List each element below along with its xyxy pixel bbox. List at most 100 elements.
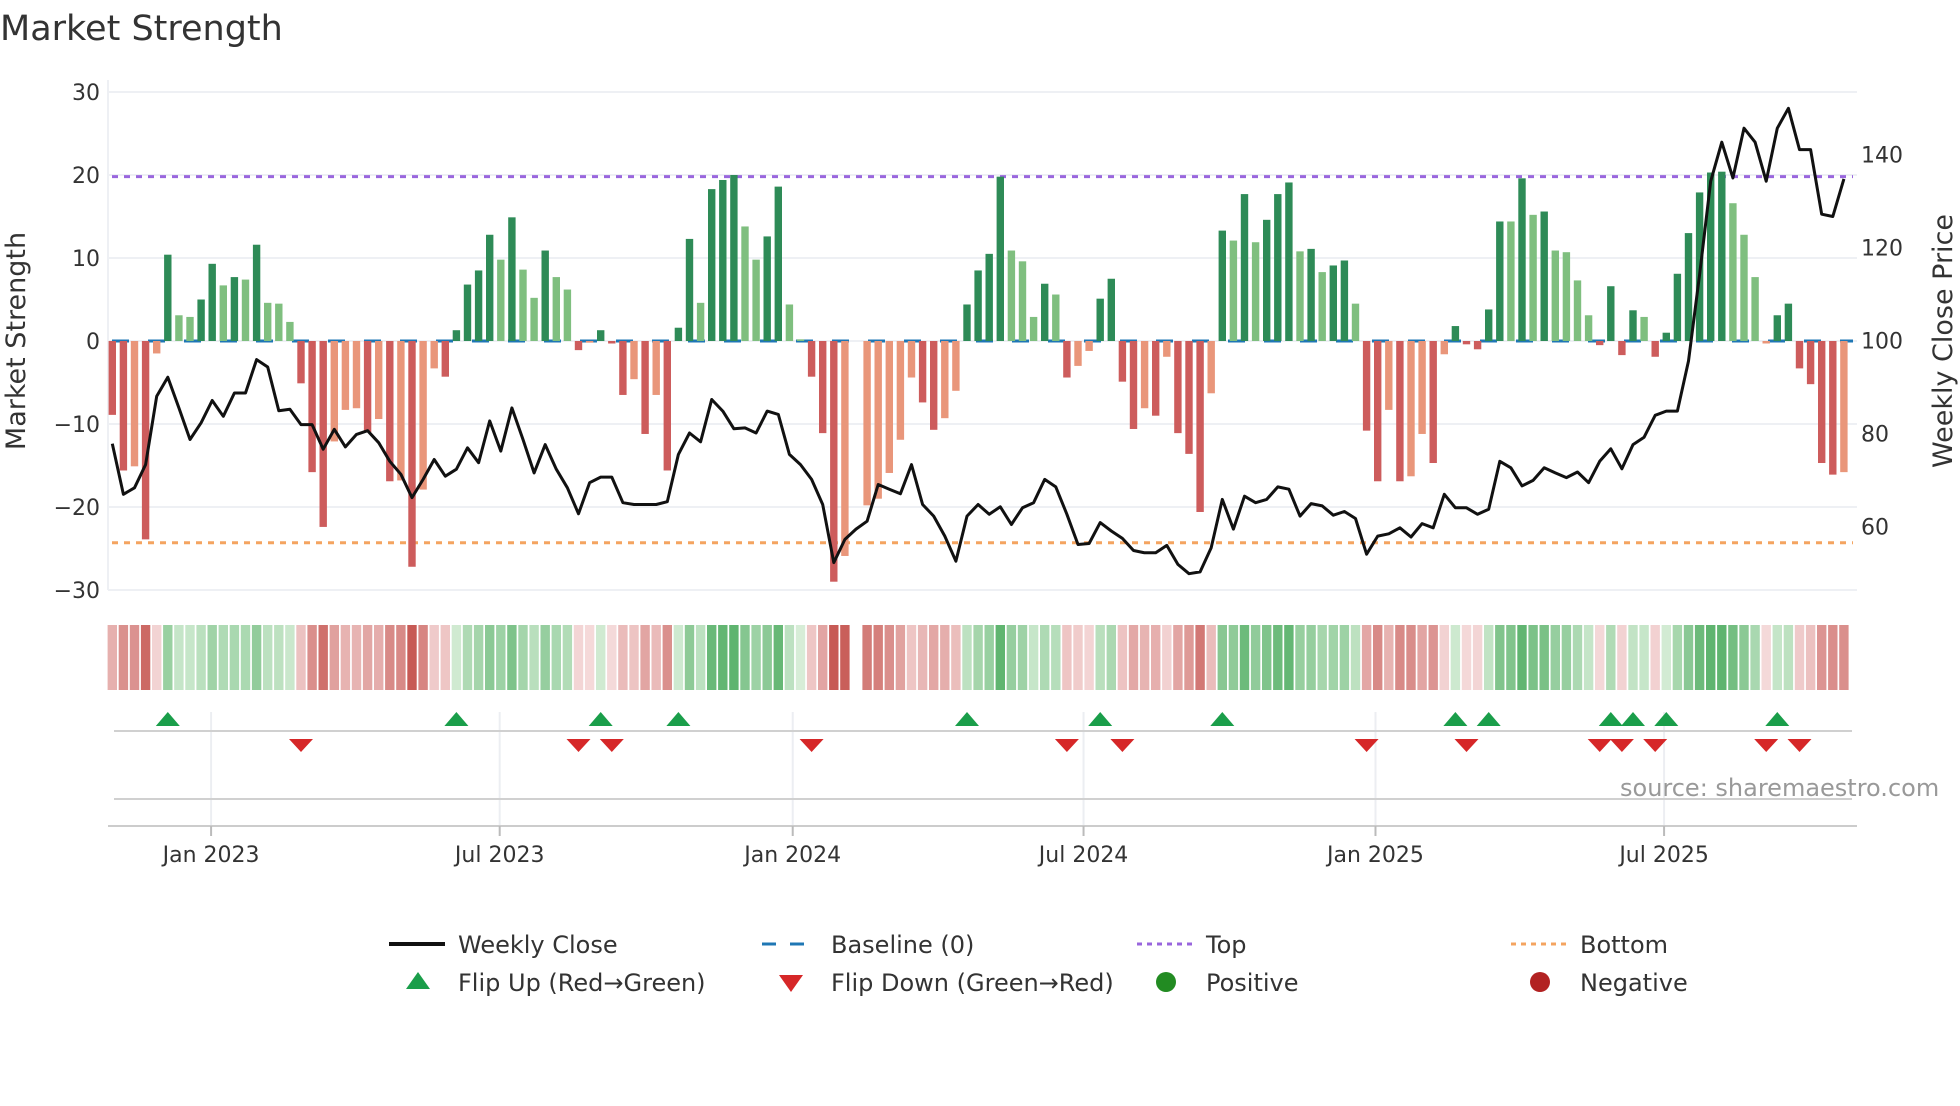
heatmap-cell (1717, 625, 1727, 690)
heatmap-cell (1817, 625, 1827, 690)
heatmap-cell (1117, 625, 1128, 690)
strength-bar (1429, 341, 1437, 464)
heatmap-cell (1828, 625, 1838, 690)
heatmap-cell (1439, 625, 1449, 690)
heatmap-cell (107, 625, 117, 690)
strength-bar (286, 321, 294, 341)
strength-bar (319, 341, 327, 527)
heatmap-cell (329, 625, 339, 690)
heatmap-cell (1417, 625, 1427, 690)
heatmap-cell (1073, 625, 1083, 690)
y-tick-label: 30 (72, 81, 100, 106)
strength-bar (708, 189, 716, 341)
heatmap-cell (1228, 625, 1239, 690)
strength-bar (508, 217, 516, 341)
heatmap-cell (1095, 625, 1105, 690)
strength-bar (1318, 272, 1326, 341)
strength-bar (585, 341, 594, 343)
strength-bar (241, 279, 250, 341)
legend-item: Weekly Close (389, 931, 618, 959)
heatmap-cell (307, 625, 317, 690)
heatmap-cell (1450, 625, 1461, 690)
flip-up-marker (1621, 712, 1645, 726)
legend-symbol-triangle-down-icon (779, 975, 803, 992)
legend-label: Baseline (0) (831, 931, 974, 959)
heatmap-cell (1750, 625, 1760, 690)
y-tick-label: 20 (72, 164, 100, 189)
y-tick-label: 10 (72, 247, 100, 272)
legend: Weekly Close Baseline (0) Top Bottom Flip Up… (389, 931, 1688, 997)
heatmap-cell (1805, 625, 1816, 690)
strength-bar (341, 341, 350, 410)
heatmap-cell (152, 625, 162, 690)
heatmap-cell (1694, 625, 1705, 690)
heatmap-cell (1395, 625, 1405, 690)
strength-bar (1818, 341, 1826, 464)
strength-bar (474, 270, 483, 341)
legend-item: Negative (1530, 969, 1688, 997)
y2-tick-label: 120 (1861, 237, 1903, 262)
legend-item: Baseline (0) (762, 931, 974, 959)
strength-bar (1163, 341, 1171, 357)
heatmap-cell (396, 625, 406, 690)
strength-bar (1451, 326, 1460, 341)
strength-bar (696, 302, 705, 341)
heatmap-cell (984, 625, 994, 690)
strength-bar (674, 327, 683, 341)
heatmap-cell (174, 625, 184, 690)
strength-bar (1285, 182, 1293, 341)
strength-bar (1806, 341, 1815, 385)
strength-bar (1662, 332, 1670, 341)
strength-bar (996, 176, 1004, 341)
heatmap-cell (1373, 625, 1383, 690)
strength-bar (1485, 309, 1493, 341)
strength-bar (1396, 341, 1404, 482)
heatmap-cell (1428, 625, 1438, 690)
reference-lines (112, 175, 1853, 545)
heatmap-cell (729, 625, 739, 690)
heatmap-cell (440, 625, 450, 690)
strength-bar (1263, 219, 1271, 341)
strength-bar (164, 254, 172, 341)
strength-bar (1385, 341, 1393, 410)
strength-bar (208, 263, 216, 341)
strength-bar (1562, 252, 1571, 341)
heatmap-cell (1139, 625, 1150, 690)
flip-down-marker (289, 739, 313, 752)
heatmap-cell (1017, 625, 1028, 690)
heatmap-cell (318, 625, 328, 690)
strength-bar (497, 259, 505, 341)
heatmap-cell (1128, 625, 1139, 690)
heatmap-cell (196, 625, 206, 690)
legend-item: Flip Down (Green→Red) (779, 969, 1114, 997)
flip-markers-panel (108, 712, 1857, 827)
flip-up-marker (1765, 712, 1790, 726)
heatmap-cell (1484, 625, 1494, 690)
strength-bar (1307, 248, 1315, 341)
heatmap-cell (218, 625, 228, 690)
strength-bar (1296, 251, 1304, 341)
heatmap-cell (1195, 625, 1205, 690)
heatmap-cell (1517, 625, 1527, 690)
strength-bar (930, 341, 938, 430)
flip-up-marker (155, 712, 180, 726)
strength-bar (1029, 316, 1038, 341)
heatmap-cell (1151, 625, 1161, 690)
heatmap-cell (829, 625, 839, 690)
heatmap-cell (407, 625, 417, 690)
strength-bar (552, 277, 560, 341)
strength-bar (597, 330, 605, 341)
heatmap-cell (1794, 625, 1805, 690)
y-tick-label: 0 (86, 330, 100, 355)
heatmap-cell (762, 625, 772, 690)
heatmap-cell (596, 625, 606, 690)
heatmap-cell (207, 625, 217, 690)
strength-bar (1773, 315, 1781, 341)
strength-bar (308, 341, 316, 473)
heatmap-cell (1173, 625, 1183, 690)
heatmap-cell (718, 625, 728, 690)
strength-bar (1374, 341, 1382, 482)
strength-bar (252, 244, 261, 341)
strength-bar (1607, 286, 1615, 341)
heatmap-cell (462, 625, 473, 690)
